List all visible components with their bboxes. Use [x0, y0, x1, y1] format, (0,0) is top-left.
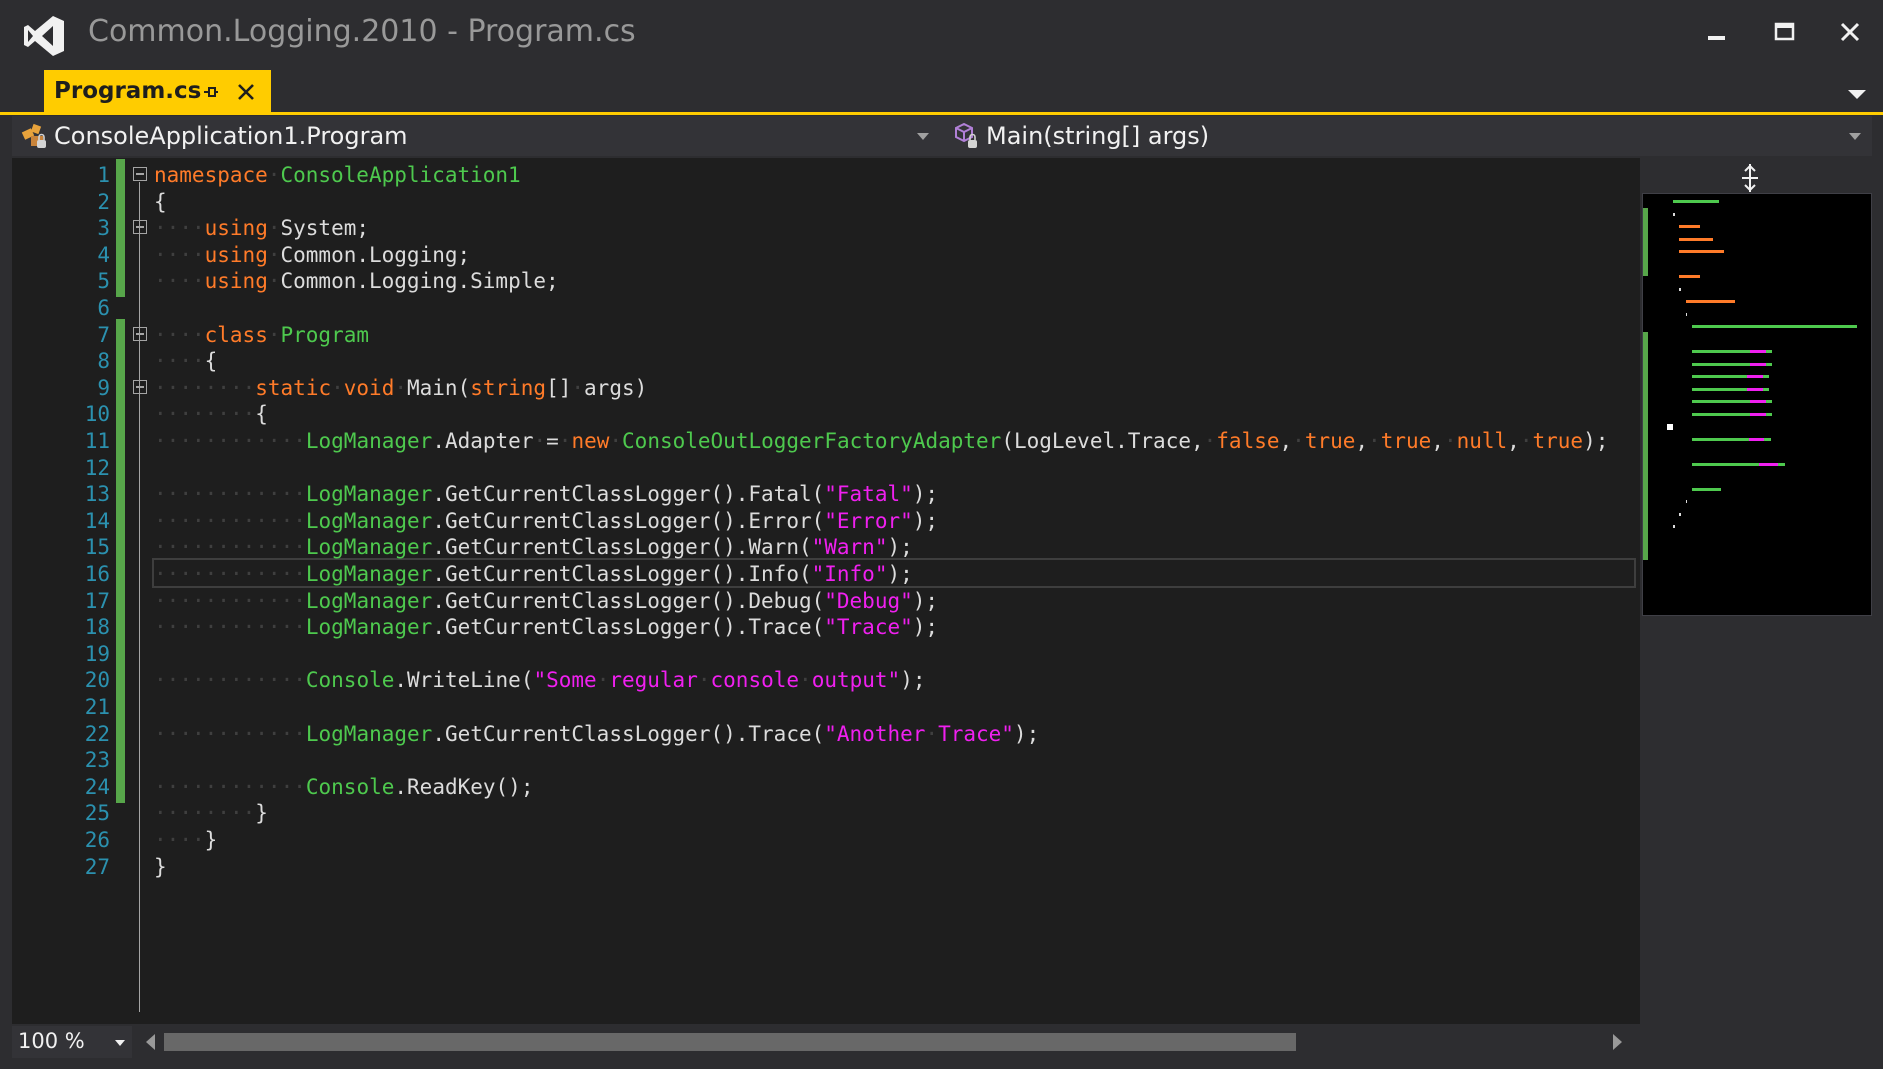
- minimap-line: [1673, 212, 1675, 216]
- minimap-line: [1679, 512, 1681, 516]
- tab-program-cs[interactable]: Program.cs: [44, 70, 271, 114]
- method-icon: [955, 122, 977, 148]
- close-icon[interactable]: [1828, 10, 1872, 54]
- chevron-down-icon: [917, 133, 929, 140]
- collapse-icon[interactable]: [133, 220, 147, 235]
- tab-overflow-chevron-icon[interactable]: [1846, 86, 1868, 102]
- collapse-icon[interactable]: [133, 379, 147, 394]
- minimap-line: [1679, 225, 1701, 228]
- minimap-line: [1679, 237, 1713, 241]
- minimap-string: [1749, 350, 1766, 353]
- minimap-line: [1685, 500, 1688, 503]
- chevron-down-icon: [115, 1040, 125, 1046]
- title-bar: Common.Logging.2010 - Program.cs: [0, 0, 1883, 70]
- tab-label: Program.cs: [54, 78, 202, 104]
- minimap-line: [1679, 250, 1725, 253]
- chevron-down-icon: [1849, 133, 1861, 140]
- pin-icon[interactable]: [200, 82, 220, 102]
- minimap-line: [1692, 325, 1857, 328]
- horizontal-scrollbar[interactable]: [164, 1030, 1604, 1054]
- minimap-line: [1685, 312, 1688, 316]
- minimap-change-marker: [1643, 332, 1648, 560]
- minimap-line: [1685, 300, 1736, 303]
- zoom-dropdown[interactable]: 100 %: [12, 1026, 132, 1058]
- editor-bottom-bar: 100 %: [12, 1024, 1640, 1060]
- collapse-icon[interactable]: [133, 326, 147, 341]
- type-dropdown[interactable]: ConsoleApplication1.Program: [12, 116, 940, 156]
- visual-studio-logo-icon: [24, 16, 64, 56]
- minimap-string: [1749, 412, 1766, 416]
- minimap-line: [1692, 487, 1721, 491]
- code-text: }: [154, 854, 167, 879]
- minimap-string: [1748, 437, 1765, 441]
- code-editor[interactable]: 1 namespace·ConsoleApplication1 2{3 ····usi…: [12, 158, 1640, 1024]
- minimap-string: [1747, 375, 1763, 378]
- type-dropdown-label: ConsoleApplication1.Program: [54, 122, 408, 150]
- tab-close-icon[interactable]: [236, 82, 256, 102]
- document-tab-strip: Program.cs: [0, 70, 1883, 114]
- minimap-string: [1759, 462, 1778, 466]
- collapse-icon[interactable]: [133, 167, 147, 181]
- minimap-string: [1749, 400, 1766, 403]
- code-minimap[interactable]: [1642, 193, 1872, 616]
- member-dropdown-label: Main(string[] args): [986, 122, 1210, 150]
- minimap-line: [1679, 287, 1681, 291]
- maximize-icon[interactable]: [1762, 10, 1806, 54]
- minimap-string: [1749, 362, 1766, 366]
- window-title: Common.Logging.2010 - Program.cs: [88, 14, 636, 49]
- minimap-line: [1679, 275, 1701, 278]
- member-dropdown[interactable]: Main(string[] args): [944, 116, 1872, 156]
- line-number: 27: [84, 854, 110, 879]
- scroll-left-arrow-icon[interactable]: [144, 1033, 156, 1051]
- zoom-level: 100 %: [18, 1029, 85, 1053]
- code-line[interactable]: 27}: [12, 851, 1640, 883]
- navigation-bar: ConsoleApplication1.Program Main(string[…: [12, 116, 1872, 156]
- tab-underline: [0, 112, 1883, 115]
- scroll-right-arrow-icon[interactable]: [1612, 1033, 1624, 1051]
- minimap-caret-marker: [1667, 424, 1673, 430]
- minimap-line: [1673, 200, 1720, 203]
- horizontal-scrollbar-thumb[interactable]: [164, 1033, 1296, 1051]
- minimap-change-marker: [1643, 208, 1648, 276]
- minimap-line: [1673, 525, 1675, 528]
- split-editor-icon[interactable]: [1736, 162, 1764, 194]
- class-icon: [21, 123, 46, 148]
- minimize-icon[interactable]: [1694, 10, 1738, 54]
- minimap-string: [1747, 387, 1763, 391]
